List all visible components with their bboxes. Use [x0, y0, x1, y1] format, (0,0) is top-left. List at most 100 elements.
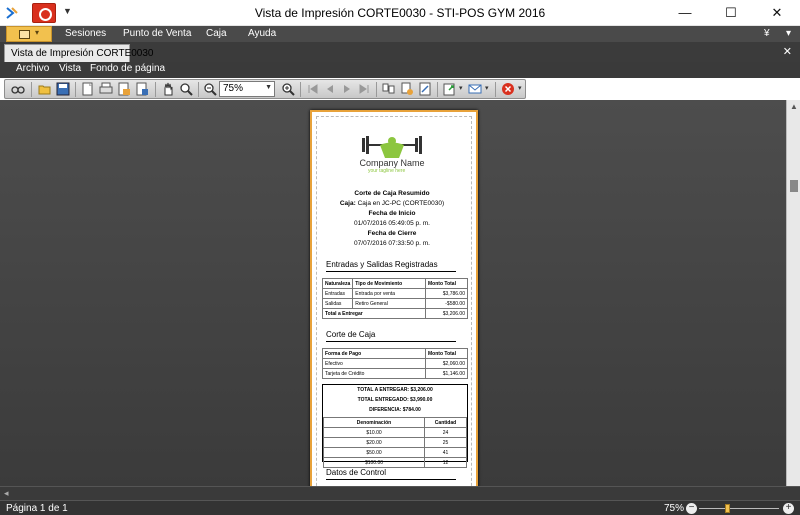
- find-icon[interactable]: [11, 82, 25, 96]
- scale-icon[interactable]: [418, 82, 432, 96]
- menu-ayuda[interactable]: Ayuda: [248, 28, 276, 39]
- company-tagline: your tagline here: [368, 168, 406, 174]
- column-header: Monto Total: [425, 278, 468, 289]
- table-row: Tarjeta de Crédito $1,146.00: [322, 368, 468, 379]
- preview-menu-bar: Archivo Vista Fondo de página: [0, 62, 800, 78]
- preview-toolbar: 75% ▼ ▾ ▾ ▾: [4, 79, 526, 99]
- toolbar-separator: [376, 82, 377, 97]
- table-header-row: Denominación Cantidad: [323, 417, 467, 428]
- hand-tool-icon[interactable]: [161, 82, 175, 96]
- menu-sesiones[interactable]: Sesiones: [65, 28, 106, 39]
- caja-line: Caja: Caja en JC-PC (CORTE0030): [312, 200, 472, 208]
- section-corte-title: Corte de Caja: [326, 330, 456, 342]
- chevron-down-icon[interactable]: ▾: [518, 84, 522, 92]
- scroll-up-icon[interactable]: ▲: [790, 102, 798, 111]
- table-cell: 12: [424, 457, 467, 468]
- scrollbar-thumb[interactable]: [790, 180, 798, 192]
- print-quick-icon[interactable]: [117, 82, 131, 96]
- table-cell: $20.00: [323, 437, 425, 448]
- close-window-button[interactable]: ✕: [754, 0, 800, 26]
- color-icon[interactable]: [400, 82, 414, 96]
- chevron-down-icon[interactable]: ▾: [485, 84, 489, 92]
- table-row: $10.00 24: [323, 427, 467, 438]
- menu-archivo[interactable]: Archivo: [16, 63, 49, 74]
- totals-box: TOTAL A ENTREGAR: $3,206.00 TOTAL ENTREG…: [322, 384, 468, 468]
- last-page-icon[interactable]: [357, 82, 371, 96]
- ribbon-help-icon[interactable]: ▾: [786, 28, 791, 39]
- table-row: $20.00 25: [323, 437, 467, 448]
- minimize-button[interactable]: —: [662, 0, 708, 26]
- scroll-left-icon[interactable]: ◂: [4, 488, 9, 499]
- toolbar-separator: [31, 82, 32, 97]
- table-cell: $2,060.00: [425, 358, 468, 369]
- open-icon[interactable]: [38, 82, 52, 96]
- table-row: $50.00 41: [323, 447, 467, 458]
- menu-punto-de-venta[interactable]: Punto de Venta: [123, 28, 191, 39]
- send-email-icon[interactable]: [468, 82, 482, 96]
- caja-value: Caja en JC-PC (CORTE0030): [357, 200, 445, 207]
- app-icon[interactable]: [4, 5, 20, 21]
- close-preview-icon[interactable]: [501, 82, 515, 96]
- table-cell: -$580.00: [425, 298, 468, 309]
- next-page-icon[interactable]: [340, 82, 354, 96]
- table-cell: $1,146.00: [425, 368, 468, 379]
- column-header: Denominación: [323, 417, 425, 428]
- prev-page-icon[interactable]: [323, 82, 337, 96]
- total-a-entregar: TOTAL A ENTREGAR: $3,206.00: [357, 387, 433, 393]
- document-tab-strip: Vista de Impresión CORTE0030 ✕: [0, 42, 800, 62]
- ribbon-options-icon[interactable]: ¥: [764, 28, 770, 39]
- zoom-out-button[interactable]: −: [686, 503, 697, 514]
- fecha-inicio-value: 01/07/2016 05:49:05 p. m.: [354, 220, 430, 227]
- page-setup-icon[interactable]: [81, 82, 95, 96]
- maximize-button[interactable]: ☐: [708, 0, 754, 26]
- zoom-select[interactable]: 75% ▼: [219, 81, 275, 97]
- quick-access-dropdown-icon[interactable]: ▼: [63, 6, 72, 16]
- diferencia: DIFERENCIA: $784.00: [369, 407, 421, 413]
- menu-caja[interactable]: Caja: [206, 28, 227, 39]
- toolbar-separator: [198, 82, 199, 97]
- zoom-out-icon[interactable]: [203, 82, 217, 96]
- zoom-in-icon[interactable]: [281, 82, 295, 96]
- table-row: Entradas Entrada por venta $3,786.00: [321, 288, 468, 299]
- fecha-cierre-value: 07/07/2016 07:33:50 p. m.: [354, 240, 430, 247]
- preview-area[interactable]: Company Name your tagline here Corte de …: [0, 100, 786, 486]
- table-cell: Efectivo: [322, 358, 426, 369]
- table-cell: Tarjeta de Crédito: [322, 368, 426, 379]
- multipage-icon[interactable]: [382, 82, 396, 96]
- table-cell: Salidas: [321, 298, 354, 309]
- quick-access-close-icon[interactable]: [32, 3, 56, 23]
- table-row: $100.00 12: [323, 457, 467, 468]
- watermark-icon[interactable]: [135, 82, 149, 96]
- report-title: Corte de Caja Resumido: [354, 190, 430, 197]
- print-icon[interactable]: [99, 82, 113, 96]
- save-icon[interactable]: [56, 82, 70, 96]
- zoom-slider-thumb[interactable]: [724, 504, 730, 513]
- application-menu-button[interactable]: ▾: [6, 26, 52, 42]
- column-header: Naturaleza: [321, 278, 354, 289]
- horizontal-scrollbar[interactable]: ◂: [0, 486, 800, 500]
- fecha-inicio-label: Fecha de Inicio: [368, 210, 416, 217]
- toolbar-separator: [75, 82, 76, 97]
- table-cell: Retiro General: [352, 298, 426, 309]
- chevron-down-icon[interactable]: ▼: [265, 84, 272, 91]
- denominaciones-table: Denominación Cantidad $10.00 24 $20.00 2…: [323, 417, 467, 468]
- table-cell: $3,786.00: [425, 288, 468, 299]
- menu-fondo-de-pagina[interactable]: Fondo de página: [90, 63, 165, 74]
- total-entregado: TOTAL ENTREGADO: $3,990.00: [357, 397, 433, 403]
- zoom-slider-track[interactable]: [699, 508, 779, 509]
- tab-vista-impresion[interactable]: Vista de Impresión CORTE0030: [4, 44, 153, 62]
- vertical-scrollbar[interactable]: ▲: [786, 100, 800, 486]
- chevron-down-icon[interactable]: ▾: [459, 84, 463, 92]
- magnifier-icon[interactable]: [179, 82, 193, 96]
- table-cell: $10.00: [323, 427, 425, 438]
- zoom-in-button[interactable]: +: [783, 503, 794, 514]
- report-page: Company Name your tagline here Corte de …: [310, 110, 478, 486]
- first-page-icon[interactable]: [306, 82, 320, 96]
- close-tab-icon[interactable]: ✕: [783, 45, 792, 58]
- column-header: Cantidad: [424, 417, 467, 428]
- export-icon[interactable]: [443, 82, 457, 96]
- zoom-readout: 75%: [664, 503, 685, 514]
- table-cell: $100.00: [323, 457, 425, 468]
- menu-vista[interactable]: Vista: [59, 63, 81, 74]
- chevron-down-icon: ▾: [35, 28, 40, 37]
